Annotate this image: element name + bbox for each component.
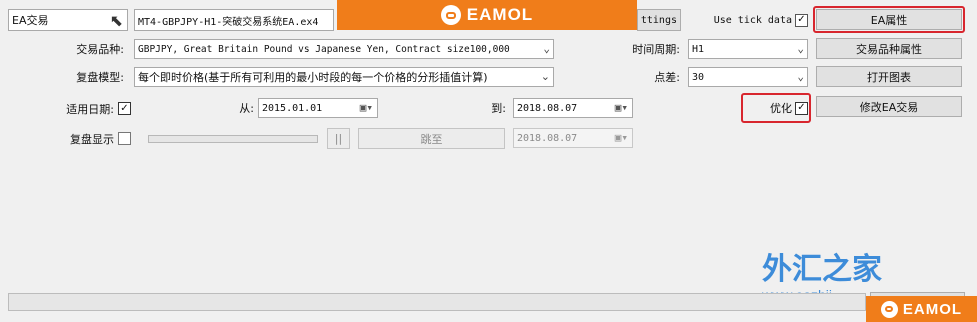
pause-button[interactable]: || xyxy=(327,128,350,149)
skip-to-label: 跳至 xyxy=(420,132,443,146)
expert-file-value: MT4-GBPJPY-H1-突破交易系统EA.ex4 xyxy=(138,16,319,28)
test-progress-bar xyxy=(8,293,866,311)
modify-ea-label: 修改EA交易 xyxy=(859,100,919,114)
symbol-label: 交易品种: xyxy=(76,43,124,56)
calendar-icon[interactable]: ▣▾ xyxy=(615,131,628,144)
use-date-checkbox[interactable]: ✓ xyxy=(118,102,131,115)
open-chart-label: 打开图表 xyxy=(867,70,911,84)
checkmark-icon: ✓ xyxy=(797,102,806,113)
spread-select[interactable]: 30 ⌄ xyxy=(688,67,808,87)
model-value: 每个即时价格(基于所有可利用的最小时段的每一个价格的分形插值计算) xyxy=(138,71,488,84)
open-chart-button[interactable]: 打开图表 xyxy=(816,66,962,87)
spread-label: 点差: xyxy=(654,71,680,84)
chevron-down-icon: ⌄ xyxy=(797,70,804,83)
ea-properties-label: EA属性 xyxy=(870,13,908,27)
eamol-banner: EAMOL xyxy=(337,0,637,30)
visual-checkbox[interactable] xyxy=(118,132,131,145)
skip-to-button[interactable]: 跳至 xyxy=(358,128,505,149)
eamol-badge: EAMOL xyxy=(866,296,977,322)
symbol-properties-button[interactable]: 交易品种属性 xyxy=(816,38,962,59)
from-date-value: 2015.01.01 xyxy=(262,102,323,114)
expert-settings-button[interactable]: ttings xyxy=(637,9,681,31)
eamol-badge-text: EAMOL xyxy=(902,300,963,318)
expert-settings-label: ttings xyxy=(640,14,677,26)
mouse-pointer-icon: ⬉ xyxy=(109,11,123,30)
skip-date-picker[interactable]: 2018.08.07 ▣▾ xyxy=(513,128,633,148)
eamol-logo-icon xyxy=(440,5,461,25)
eamol-logo-text: EAMOL xyxy=(466,5,534,24)
period-label: 时间周期: xyxy=(632,43,680,56)
pause-label: || xyxy=(334,132,343,145)
ea-properties-button[interactable]: EA属性 xyxy=(816,9,962,30)
from-label: 从: xyxy=(239,102,254,115)
model-label: 复盘模型: xyxy=(76,71,124,84)
from-date-picker[interactable]: 2015.01.01 ▣▾ xyxy=(258,98,378,118)
model-select[interactable]: 每个即时价格(基于所有可利用的最小时段的每一个价格的分形插值计算) ⌄ xyxy=(134,67,554,87)
period-select[interactable]: H1 ⌄ xyxy=(688,39,808,59)
to-label: 到: xyxy=(491,102,506,115)
chevron-down-icon: ⌄ xyxy=(540,70,550,83)
checkmark-icon: ✓ xyxy=(797,14,806,25)
visual-label: 复盘显示 xyxy=(70,133,114,146)
expert-type-value: EA交易 xyxy=(12,14,49,27)
expert-type-select[interactable]: EA交易 ⬉ xyxy=(8,9,128,31)
symbol-select[interactable]: GBPJPY, Great Britain Pound vs Japanese … xyxy=(134,39,554,59)
symbol-value: GBPJPY, Great Britain Pound vs Japanese … xyxy=(138,43,510,55)
visual-speed-slider[interactable] xyxy=(148,135,318,143)
symbol-properties-label: 交易品种属性 xyxy=(856,42,922,56)
optimize-checkbox[interactable]: ✓ xyxy=(795,101,808,115)
skip-date-value: 2018.08.07 xyxy=(517,132,578,144)
to-date-value: 2018.08.07 xyxy=(517,102,578,114)
optimize-group: 优化 ✓ xyxy=(746,98,808,118)
use-date-label: 适用日期: xyxy=(66,103,114,116)
calendar-icon[interactable]: ▣▾ xyxy=(615,101,628,114)
optimize-label: 优化 xyxy=(770,102,792,115)
chevron-down-icon: ⌄ xyxy=(797,42,804,55)
chevron-down-icon: ⌄ xyxy=(543,42,550,55)
calendar-icon[interactable]: ▣▾ xyxy=(360,101,373,114)
watermark-cn: 外汇之家 xyxy=(762,246,882,287)
watermark-cn-text: 外汇之家 xyxy=(762,252,882,287)
to-date-picker[interactable]: 2018.08.07 ▣▾ xyxy=(513,98,633,118)
checkmark-icon: ✓ xyxy=(120,102,129,114)
expert-file-select[interactable]: MT4-GBPJPY-H1-突破交易系统EA.ex4 xyxy=(134,9,334,31)
use-tick-data-group: Use tick data ✓ xyxy=(700,10,808,30)
use-tick-data-checkbox[interactable]: ✓ xyxy=(795,13,808,27)
spread-value: 30 xyxy=(692,71,705,83)
modify-ea-button[interactable]: 修改EA交易 xyxy=(816,96,962,117)
use-tick-data-label: Use tick data xyxy=(713,14,792,26)
eamol-logo-icon xyxy=(880,300,898,318)
period-value: H1 xyxy=(692,43,705,55)
